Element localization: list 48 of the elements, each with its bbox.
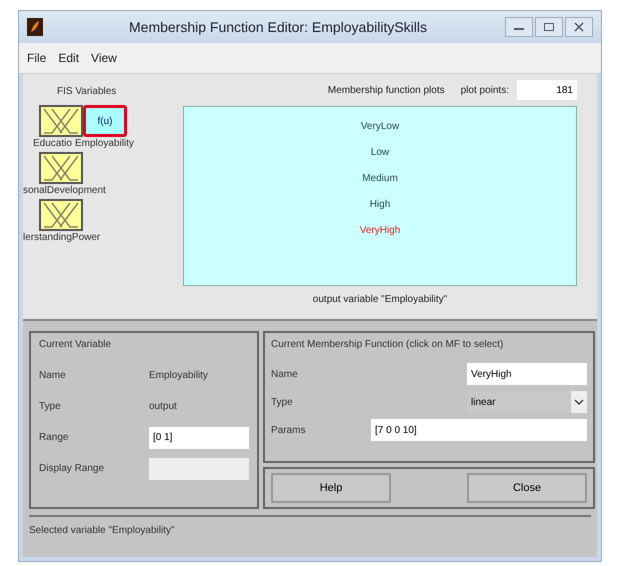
field-label: Display Range [39, 463, 106, 474]
range-field[interactable]: [0 1] [149, 426, 249, 448]
plot-caption: output variable "Employability" [312, 294, 448, 305]
input-variable-icon[interactable] [39, 152, 83, 184]
variable-label: Educatio [33, 137, 72, 150]
panel-title: Current Variable [39, 339, 112, 350]
close-icon [573, 22, 585, 32]
field-label: Params [271, 424, 306, 436]
field-label: Type [271, 396, 294, 408]
output-variable-button[interactable]: f(u) [83, 105, 127, 137]
dialog-button[interactable]: Close [467, 473, 587, 503]
membership-function-label[interactable]: VeryLow [360, 119, 400, 134]
plot-points-label: plot points: [460, 84, 509, 96]
membership-function-label[interactable]: Low [370, 145, 390, 160]
membership-function-label[interactable]: VeryHigh [360, 223, 400, 238]
mf-name-field[interactable]: VeryHigh [467, 363, 587, 385]
menu-item[interactable]: File [27, 51, 46, 65]
window-title: Membership Function Editor: EmployabilitySkills [128, 19, 428, 35]
membership-function-label[interactable]: Medium [362, 171, 398, 186]
minimize-button[interactable] [505, 17, 533, 37]
menu-item[interactable]: Edit [58, 51, 80, 65]
variable-label: Employability [75, 137, 134, 150]
plot-points-field[interactable]: 181 [517, 80, 577, 100]
field-label: Range [39, 432, 70, 443]
input-variable-icon[interactable] [39, 199, 83, 231]
variable-label: lerstandingPower [23, 231, 100, 244]
plot-title: Membership function plots [328, 84, 445, 96]
menu-item[interactable]: View [91, 51, 117, 65]
type-dropdown[interactable]: linear [467, 391, 587, 413]
variable-label: sonalDevelopment [23, 184, 106, 197]
field-label: Type [39, 401, 62, 412]
maximize-button[interactable] [535, 17, 563, 37]
field-label: Name [39, 370, 67, 381]
variable-type: output [149, 401, 177, 412]
close-button[interactable] [565, 17, 593, 37]
status-message: Selected variable "Employability" [29, 515, 591, 536]
app-icon [27, 18, 43, 36]
panel-title: Current Membership Function (click on MF to select) [271, 339, 504, 350]
display-range-field[interactable] [149, 458, 249, 480]
section-title: FIS Variables [57, 86, 118, 97]
chevron-down-icon [571, 391, 587, 413]
field-label: Name [271, 368, 299, 380]
membership-function-label[interactable]: High [370, 197, 390, 212]
maximize-icon [543, 22, 555, 32]
variable-name: Employability [149, 370, 208, 381]
params-field[interactable]: [7 0 0 10] [371, 419, 587, 441]
input-variable-icon[interactable] [39, 105, 83, 137]
dialog-button[interactable]: Help [271, 473, 391, 503]
